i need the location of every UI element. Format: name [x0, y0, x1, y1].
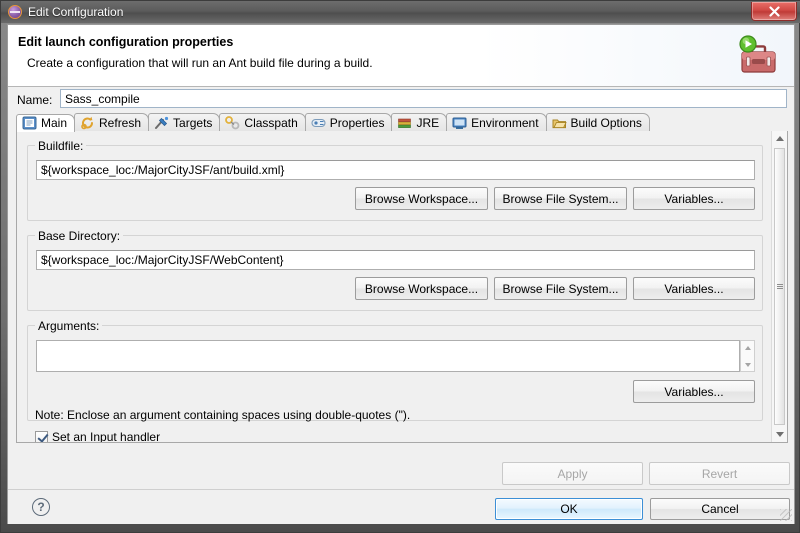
base-directory-group: Base Directory: Browse Workspace... Brow… [27, 229, 763, 311]
tab-label: Properties [329, 116, 385, 130]
ok-button[interactable]: OK [495, 498, 643, 520]
tab-environment[interactable]: Environment [446, 113, 547, 132]
buildfile-browse-workspace-button[interactable]: Browse Workspace... [355, 187, 488, 210]
base-directory-browse-file-system-button[interactable]: Browse File System... [494, 277, 627, 300]
ant-toolbox-icon [739, 35, 776, 73]
targets-tab-icon [154, 116, 169, 130]
base-directory-variables-button[interactable]: Variables... [633, 277, 755, 300]
help-icon[interactable]: ? [32, 498, 50, 516]
arguments-scroll-down-button[interactable] [741, 358, 754, 371]
tab-properties[interactable]: Properties [304, 113, 393, 132]
tab-strip: Main Refresh Targets Classpath Propertie… [16, 113, 788, 133]
eclipse-icon [8, 5, 22, 19]
tab-label: Main [41, 116, 68, 130]
banner-title: Edit launch configuration properties [18, 35, 234, 49]
jre-tab-icon [397, 116, 412, 130]
tab-label: Build Options [570, 116, 642, 130]
tab-label: Targets [173, 116, 213, 130]
dialog-button-bar: ? OK Cancel [8, 490, 794, 524]
title-bar: Edit Configuration [1, 1, 800, 23]
resize-grip[interactable] [780, 509, 792, 521]
tab-label: Classpath [244, 116, 298, 130]
arguments-group-label: Arguments: [35, 319, 103, 333]
name-input[interactable] [60, 89, 787, 108]
cancel-button[interactable]: Cancel [650, 498, 790, 520]
tab-main[interactable]: Main [16, 114, 76, 132]
buildfile-group: Buildfile: Browse Workspace... Browse Fi… [27, 139, 763, 221]
revert-button[interactable]: Revert [649, 462, 790, 485]
header-banner: Edit launch configuration properties Cre… [8, 25, 794, 87]
environment-tab-icon [452, 116, 467, 130]
base-directory-group-label: Base Directory: [35, 229, 124, 243]
buildfile-browse-file-system-button[interactable]: Browse File System... [494, 187, 627, 210]
arguments-scrollbar[interactable] [740, 340, 755, 372]
window-title: Edit Configuration [28, 5, 124, 19]
chevron-up-icon [775, 136, 784, 141]
name-label: Name: [17, 93, 53, 107]
set-input-handler-label: Set an Input handler [52, 430, 161, 443]
tab-jre[interactable]: JRE [391, 113, 448, 132]
banner-subtitle: Create a configuration that will run an … [27, 56, 373, 70]
dialog-window: Edit Configuration Edit launch configura… [0, 0, 800, 533]
checkbox-icon [35, 430, 48, 442]
arguments-group: Arguments: Variables... [27, 319, 763, 421]
tab-label: Environment [471, 116, 539, 130]
arguments-variables-button[interactable]: Variables... [633, 380, 755, 403]
classpath-tab-icon [225, 116, 240, 130]
chevron-up-icon [744, 345, 751, 350]
close-icon [768, 5, 780, 17]
arguments-note: Note: Enclose an argument containing spa… [35, 408, 411, 422]
main-panel-scrollbar[interactable] [771, 131, 787, 442]
tab-refresh[interactable]: Refresh [74, 113, 150, 132]
base-directory-browse-workspace-button[interactable]: Browse Workspace... [355, 277, 488, 300]
main-tab-content: Buildfile: Browse Workspace... Browse Fi… [17, 131, 773, 442]
dialog-client: Edit launch configuration properties Cre… [7, 24, 795, 524]
properties-tab-icon [311, 116, 326, 130]
chevron-down-icon [744, 362, 751, 367]
buildfile-group-label: Buildfile: [35, 139, 87, 153]
apply-button[interactable]: Apply [502, 462, 643, 485]
tab-label: JRE [416, 116, 440, 130]
buildfile-input[interactable] [36, 160, 755, 180]
main-tab-icon [22, 116, 37, 130]
base-directory-input[interactable] [36, 250, 755, 270]
tab-label: Refresh [99, 116, 142, 130]
tab-classpath[interactable]: Classpath [219, 113, 306, 132]
chevron-down-icon [775, 432, 784, 437]
buildfile-variables-button[interactable]: Variables... [633, 187, 755, 210]
tab-build-options[interactable]: Build Options [545, 113, 650, 132]
tab-targets[interactable]: Targets [148, 113, 221, 132]
arguments-scroll-up-button[interactable] [741, 341, 754, 354]
close-button[interactable] [751, 2, 797, 21]
scrollbar-thumb[interactable] [774, 148, 785, 425]
scroll-down-button[interactable] [772, 427, 787, 442]
arguments-textarea[interactable] [36, 340, 740, 372]
build-options-tab-icon [552, 116, 567, 130]
set-input-handler-checkbox[interactable]: Set an Input handler [35, 430, 161, 443]
name-row: Name: [8, 88, 794, 112]
refresh-tab-icon [80, 116, 95, 130]
main-tab-panel: Buildfile: Browse Workspace... Browse Fi… [16, 131, 788, 443]
scroll-up-button[interactable] [772, 131, 787, 146]
